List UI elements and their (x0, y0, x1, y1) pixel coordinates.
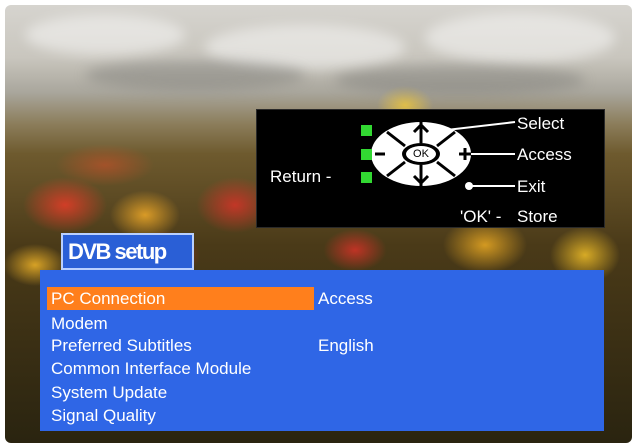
exit-label: Exit (517, 177, 546, 196)
menu-value-preferred-subtitles: English (318, 336, 374, 355)
menu-item-label: PC Connection (51, 289, 166, 308)
remote-help-panel: OK Return - Select Access Exit 'OK' - St… (256, 109, 605, 228)
access-label: Access (517, 145, 572, 164)
green-indicator (361, 172, 372, 183)
menu-item-preferred-subtitles[interactable]: Preferred Subtitles (51, 334, 301, 357)
return-label: Return - (270, 167, 332, 186)
select-pointer-line (437, 121, 516, 132)
ok-button-label: OK (413, 148, 429, 160)
cloud (85, 60, 305, 90)
select-label: Select (517, 114, 565, 133)
menu-item-signal-quality[interactable]: Signal Quality (51, 404, 301, 427)
menu-item-pc-connection[interactable]: PC Connection (47, 287, 314, 310)
exit-pointer-dot (465, 182, 473, 190)
menu-item-common-interface-module[interactable]: Common Interface Module (51, 357, 301, 380)
page-title: DVB setup (68, 239, 167, 264)
menu-item-label: Common Interface Module (51, 359, 252, 378)
store-label: Store (517, 207, 558, 226)
cloud (25, 15, 185, 55)
menu-item-label: System Update (51, 383, 168, 402)
cloud (335, 65, 585, 95)
menu-item-label: Preferred Subtitles (51, 336, 192, 355)
menu-item-label: Modem (51, 314, 108, 333)
ok-store-prefix: 'OK' - (460, 207, 502, 226)
menu-value-pc-connection: Access (318, 289, 373, 308)
green-indicator (361, 149, 372, 160)
menu-item-modem[interactable]: Modem (51, 312, 301, 335)
cloud (425, 13, 615, 63)
menu-item-label: Signal Quality (51, 406, 156, 425)
menu-item-system-update[interactable]: System Update (51, 381, 301, 404)
green-indicator (361, 125, 372, 136)
